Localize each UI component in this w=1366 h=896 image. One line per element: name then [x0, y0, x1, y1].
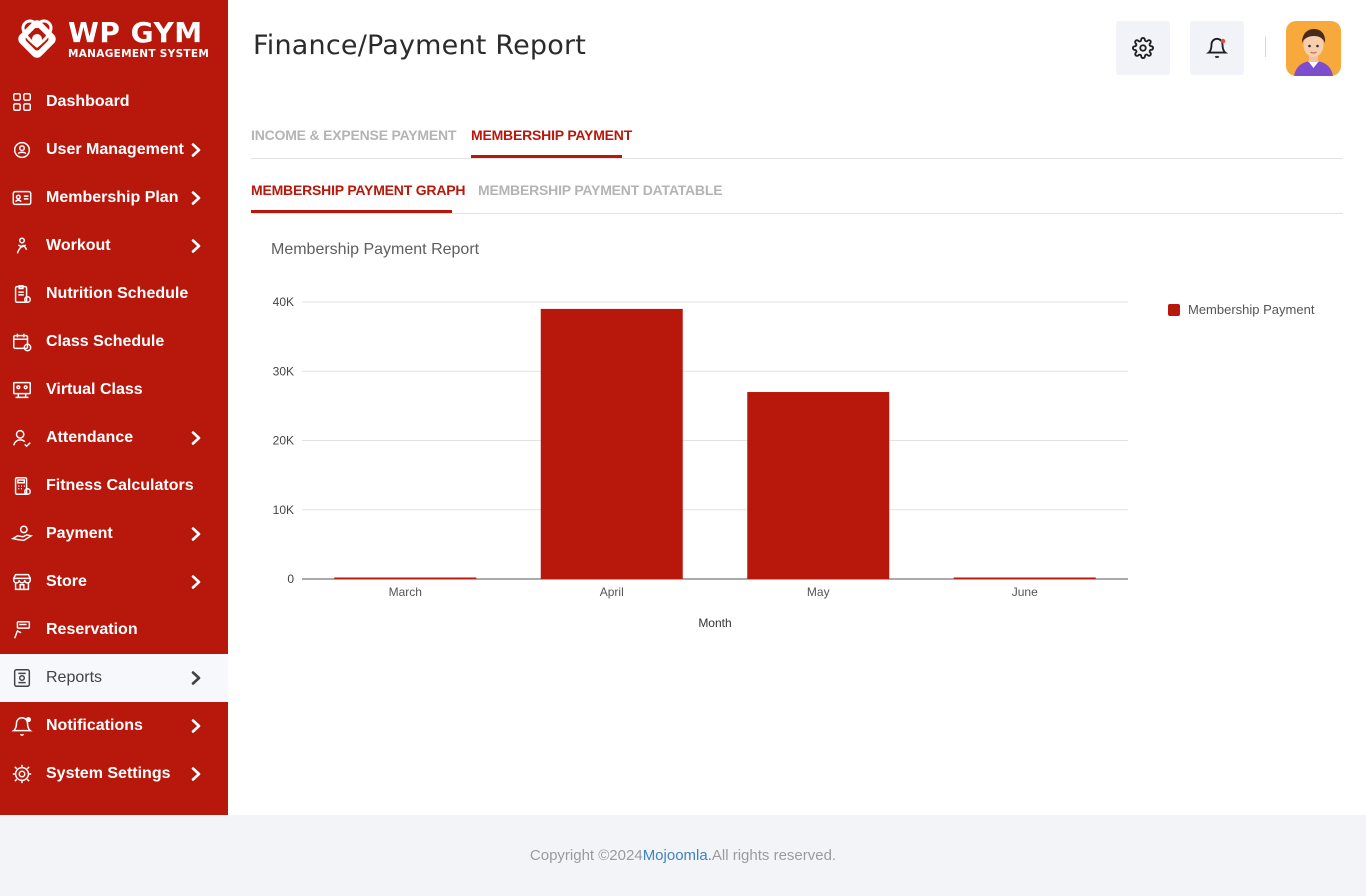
bar-may: [747, 392, 890, 579]
dashboard-icon: [11, 91, 33, 113]
sidebar-item-label: Reservation: [46, 621, 138, 638]
chevron-right-icon: [191, 239, 201, 253]
store-icon: [11, 571, 33, 593]
heart-logo-icon: [12, 14, 62, 64]
legend-swatch: [1168, 303, 1180, 316]
active-tab-indicator: [471, 155, 622, 158]
chevron-right-icon: [191, 191, 201, 205]
bar-april: [540, 308, 683, 579]
sidebar-item-reports[interactable]: Reports: [0, 654, 228, 702]
membership-card-icon: [11, 187, 33, 209]
page-title: Finance/Payment Report: [253, 30, 587, 61]
reports-icon: [11, 667, 33, 689]
chart-title: Membership Payment Report: [271, 241, 480, 258]
footer-rights: All rights reserved.: [711, 847, 837, 864]
bell-icon: [11, 715, 33, 737]
sidebar-item-user-management[interactable]: User Management: [0, 126, 228, 174]
bell-icon: [1206, 38, 1228, 59]
users-gear-icon: [11, 139, 33, 161]
sidebar-item-label: Nutrition Schedule: [46, 285, 189, 302]
calculator-icon: [11, 475, 33, 497]
payment-hand-icon: [11, 523, 33, 545]
sidebar-item-label: System Settings: [46, 765, 171, 782]
sidebar-item-label: Notifications: [46, 717, 143, 734]
sidebar-item-workout[interactable]: Workout: [0, 222, 228, 270]
legend-label: Membership Payment: [1188, 302, 1315, 317]
x-tick-label: May: [807, 585, 830, 599]
membership-payment-chart: 0 10K 20K 30K 40K March April May June Month: [273, 295, 1128, 630]
x-tick-label: June: [1012, 585, 1038, 599]
sidebar-item-label: Attendance: [46, 429, 134, 446]
x-axis-title: Month: [698, 616, 731, 630]
active-subtab-indicator: [251, 210, 452, 213]
sidebar-item-notifications[interactable]: Notifications: [0, 702, 228, 750]
chart-legend[interactable]: Membership Payment: [1168, 302, 1314, 317]
sidebar-item-label: Membership Plan: [46, 189, 179, 206]
reservation-icon: [11, 619, 33, 641]
x-tick-label: April: [600, 585, 624, 599]
brand-title: WP GYM: [68, 15, 203, 49]
sidebar-item-label: Class Schedule: [46, 333, 165, 350]
tab-membership-payment[interactable]: MEMBERSHIP PAYMENT: [471, 127, 632, 143]
sidebar-item-nutrition-schedule[interactable]: Nutrition Schedule: [0, 270, 228, 318]
primary-tab-bar: [251, 158, 1343, 159]
nutrition-clipboard-icon: [11, 283, 33, 305]
y-tick-label: 10K: [273, 503, 294, 517]
sidebar-item-membership-plan[interactable]: Membership Plan: [0, 174, 228, 222]
sidebar-item-dashboard[interactable]: Dashboard: [0, 78, 228, 126]
sidebar-item-label: Reports: [46, 669, 103, 686]
brand-logo[interactable]: WP GYM MANAGEMENT SYSTEM: [0, 0, 228, 78]
sidebar-item-payment[interactable]: Payment: [0, 510, 228, 558]
tab-income-expense-payment[interactable]: INCOME & EXPENSE PAYMENT: [251, 127, 456, 143]
chevron-right-icon: [191, 671, 201, 685]
chevron-right-icon: [191, 527, 201, 541]
settings-button[interactable]: [1116, 21, 1170, 75]
y-tick-label: 0: [287, 572, 294, 586]
user-avatar-icon: [1294, 29, 1333, 76]
sidebar-menu: Dashboard User Management Membership Plan W…: [0, 78, 228, 798]
chevron-right-icon: [191, 431, 201, 445]
sidebar: WP GYM MANAGEMENT SYSTEM Dashboard User M…: [0, 0, 228, 815]
header-divider: [1265, 37, 1266, 57]
x-tick-label: March: [389, 585, 422, 599]
sidebar-item-fitness-calculators[interactable]: Fitness Calculators: [0, 462, 228, 510]
chevron-right-icon: [191, 767, 201, 781]
sidebar-item-label: Payment: [46, 525, 113, 542]
tab-membership-payment-graph[interactable]: MEMBERSHIP PAYMENT GRAPH: [251, 182, 466, 198]
virtual-class-icon: [11, 379, 33, 401]
y-tick-label: 40K: [273, 295, 294, 309]
brand-subtitle: MANAGEMENT SYSTEM: [68, 47, 210, 60]
sidebar-item-class-schedule[interactable]: Class Schedule: [0, 318, 228, 366]
sidebar-item-virtual-class[interactable]: Virtual Class: [0, 366, 228, 414]
tab-membership-payment-datatable[interactable]: MEMBERSHIP PAYMENT DATATABLE: [478, 182, 723, 198]
sidebar-item-label: Virtual Class: [46, 381, 143, 398]
sidebar-item-label: Dashboard: [46, 93, 130, 110]
workout-icon: [11, 235, 33, 257]
sidebar-item-label: Workout: [46, 237, 111, 254]
chevron-right-icon: [191, 575, 201, 589]
sidebar-item-store[interactable]: Store: [0, 558, 228, 606]
bar-march: [334, 577, 477, 579]
chevron-right-icon: [191, 143, 201, 157]
user-check-icon: [11, 427, 33, 449]
avatar[interactable]: [1286, 21, 1341, 76]
footer-link-mojoomla[interactable]: Mojoomla.: [643, 847, 712, 864]
sidebar-item-reservation[interactable]: Reservation: [0, 606, 228, 654]
gear-icon: [1132, 37, 1154, 59]
sidebar-item-attendance[interactable]: Attendance: [0, 414, 228, 462]
sidebar-item-system-settings[interactable]: System Settings: [0, 750, 228, 798]
y-tick-label: 30K: [273, 364, 294, 378]
chevron-right-icon: [191, 719, 201, 733]
notifications-button[interactable]: [1190, 21, 1244, 75]
footer-copyright: Copyright ©2024: [529, 847, 643, 864]
sidebar-item-label: Store: [46, 573, 87, 590]
gear-icon: [11, 763, 33, 785]
y-tick-label: 20K: [273, 434, 294, 448]
bar-june: [953, 577, 1096, 579]
sidebar-item-label: User Management: [46, 141, 184, 158]
footer: Copyright ©2024 Mojoomla. All rights res…: [0, 815, 1366, 896]
calendar-clock-icon: [11, 331, 33, 353]
sidebar-item-label: Fitness Calculators: [46, 477, 194, 494]
secondary-tab-bar: [251, 213, 1343, 214]
